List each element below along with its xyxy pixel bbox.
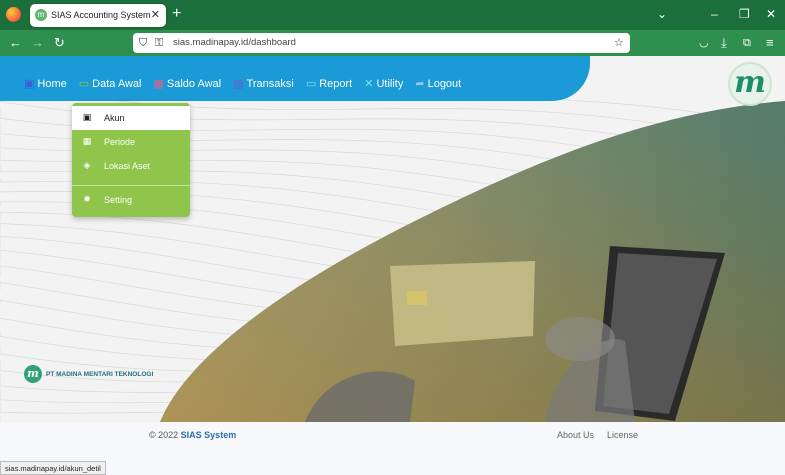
menu-item-label: Transaksi (246, 78, 294, 90)
monitor-icon: ▭ (78, 78, 90, 90)
browser-tab[interactable]: m SIAS Accounting System ✕ (30, 4, 166, 27)
brand-logo[interactable]: m (728, 62, 772, 106)
back-arrow-icon[interactable]: ← (9, 36, 22, 50)
dropdown-item-label: Periode (104, 137, 136, 147)
browser-tab-bar: m SIAS Accounting System ✕ + ⌄ – ❐ ✕ (0, 0, 785, 30)
extensions-icon[interactable]: ⧉ (743, 36, 751, 50)
site-favicon-icon: m (35, 9, 47, 21)
lock-icon[interactable]: ⚿ (155, 36, 163, 50)
tab-list-chevron-icon[interactable]: ⌄ (657, 7, 667, 21)
menu-item-label: Utility (376, 78, 404, 90)
minimize-icon[interactable]: – (711, 7, 718, 21)
dropdown-item-setting[interactable]: ✹ Setting (72, 188, 190, 212)
menu-item-transaksi[interactable]: ▤ Transaksi (233, 78, 294, 90)
main-menu: ▣ Home ▭ Data Awal ▦ Saldo Awal ▤ Transaksi ▭ Rep… (24, 78, 461, 90)
address-bar[interactable]: ⛉ ⚿ sias.madinapay.id/dashboard ☆ (133, 33, 630, 53)
data-awal-dropdown: ▣ Akun ▦ Periode ◈ Lokasi Aset ✹ Setting (72, 103, 190, 217)
dropdown-item-label: Akun (104, 113, 125, 123)
box-icon: ◈ (83, 160, 91, 170)
close-tab-icon[interactable]: ✕ (151, 8, 160, 21)
menu-item-label: Data Awal (92, 78, 142, 90)
page-footer: © 2022 SIAS System About Us License (0, 422, 785, 475)
menu-item-utility[interactable]: ✕ Utility (364, 78, 403, 90)
dropdown-item-label: Lokasi Aset (104, 161, 151, 171)
license-link[interactable]: License (607, 430, 638, 440)
menu-item-home[interactable]: ▣ Home (24, 78, 67, 90)
bookmark-star-icon[interactable]: ☆ (614, 36, 624, 50)
browser-status-bar: sias.madinapay.id/akun_detil (0, 461, 106, 475)
menu-item-label: Logout (427, 78, 462, 90)
firefox-icon (6, 7, 21, 22)
menu-item-logout[interactable]: ➦ Logout (415, 78, 461, 90)
company-name: PT MADINA MENTARI TEKNOLOGI (46, 370, 154, 378)
forward-arrow-icon[interactable]: → (31, 36, 44, 50)
about-us-link[interactable]: About Us (557, 430, 594, 440)
gear-icon: ✹ (83, 194, 91, 204)
menu-item-saldo-awal[interactable]: ▦ Saldo Awal (153, 78, 221, 90)
browser-nav-bar: ← → ↻ ⛉ ⚿ sias.madinapay.id/dashboard ☆ … (0, 30, 785, 56)
page-content: ▣ Home ▭ Data Awal ▦ Saldo Awal ▤ Transaksi ▭ Rep… (0, 56, 785, 475)
menu-item-label: Home (37, 78, 67, 90)
dropdown-item-label: Setting (104, 195, 133, 205)
footer-system-link[interactable]: SIAS System (181, 430, 237, 440)
menu-item-data-awal[interactable]: ▭ Data Awal (79, 78, 142, 90)
dropdown-item-periode[interactable]: ▦ Periode (72, 130, 190, 154)
calendar-icon: ▦ (82, 136, 92, 146)
dropdown-item-lokasi-aset[interactable]: ◈ Lokasi Aset (72, 154, 190, 178)
pocket-icon[interactable]: ◡ (699, 36, 709, 50)
dropdown-item-akun[interactable]: ▣ Akun (72, 106, 190, 130)
report-icon: ▭ (305, 78, 317, 90)
dropdown-divider (72, 185, 190, 186)
home-icon: ▣ (24, 78, 35, 90)
money-icon: ▦ (153, 78, 164, 90)
restore-icon[interactable]: ❐ (739, 7, 750, 21)
transaction-icon: ▤ (233, 78, 244, 90)
menu-item-label: Saldo Awal (166, 78, 222, 90)
hero-image (160, 101, 785, 422)
tab-title: SIAS Accounting System (51, 10, 151, 20)
window-close-icon[interactable]: ✕ (766, 7, 776, 21)
tools-icon: ✕ (364, 78, 374, 90)
url-text[interactable]: sias.madinapay.id/dashboard (173, 37, 296, 48)
new-tab-button[interactable]: + (172, 6, 181, 22)
download-icon[interactable]: ⤓ (721, 36, 727, 50)
credit-card (390, 261, 535, 346)
shield-icon[interactable]: ⛉ (139, 36, 147, 50)
top-navigation-bar: ▣ Home ▭ Data Awal ▦ Saldo Awal ▤ Transaksi ▭ Rep… (0, 56, 590, 101)
id-card-icon: ▣ (82, 112, 92, 122)
menu-item-label: Report (319, 78, 353, 90)
menu-hamburger-icon[interactable]: ≡ (766, 36, 774, 50)
menu-item-report[interactable]: ▭ Report (306, 78, 352, 90)
copyright-text: © 2022 SIAS System (149, 430, 236, 440)
copyright-year: © 2022 (149, 430, 179, 440)
reload-icon[interactable]: ↻ (54, 36, 65, 50)
logout-icon: ➦ (415, 78, 425, 90)
company-mark-icon: m (24, 365, 42, 383)
company-logo: m PT MADINA MENTARI TEKNOLOGI (24, 365, 153, 383)
